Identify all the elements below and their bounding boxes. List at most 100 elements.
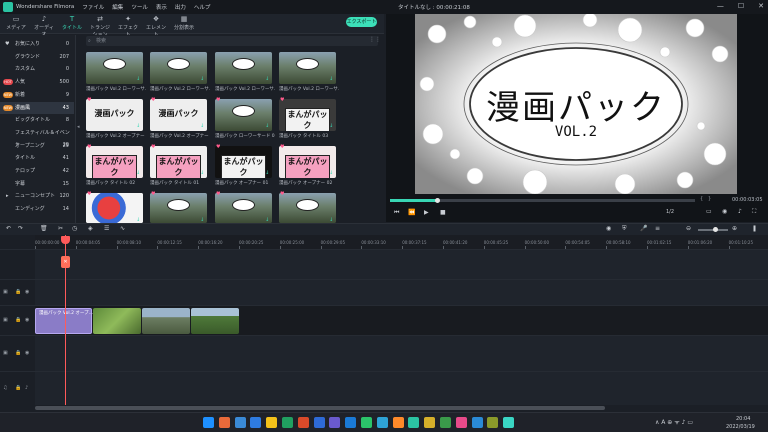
download-icon[interactable]: ↓: [200, 217, 204, 223]
stop-icon[interactable]: ■: [440, 209, 446, 216]
taskbar-app-icon[interactable]: [487, 417, 499, 428]
taskbar-app-icon[interactable]: [361, 417, 372, 428]
lock-icon[interactable]: 🔒: [15, 289, 21, 295]
keyframe-icon[interactable]: ◈: [88, 225, 93, 232]
sidebar-item[interactable]: NEW 漫画風 43: [0, 101, 74, 114]
menu-item[interactable]: ファイル: [82, 5, 104, 11]
taskbar-app-icon[interactable]: [471, 417, 483, 428]
tray-icons[interactable]: ∧ A ⊕ ᯤ ♪ ▭: [655, 418, 693, 426]
heart-icon[interactable]: ♥: [151, 144, 155, 150]
download-icon[interactable]: ↓: [265, 76, 269, 82]
taskbar-app-icon[interactable]: [424, 417, 436, 428]
heart-icon[interactable]: ♥: [216, 144, 220, 150]
title-thumbnail[interactable]: まんがパック: [279, 99, 336, 131]
taskbar-app-icon[interactable]: [218, 417, 230, 428]
menu-item[interactable]: 出力: [175, 5, 186, 11]
sidebar-item[interactable]: カスタム 0: [0, 63, 74, 75]
taskbar-app-icon[interactable]: [440, 417, 451, 428]
title-thumbnail[interactable]: [150, 52, 207, 84]
title-thumbnail[interactable]: 漫画パック: [150, 99, 207, 131]
download-icon[interactable]: ↓: [136, 123, 140, 129]
mixer-icon[interactable]: ≡: [655, 225, 660, 232]
zoom-slider-handle[interactable]: [713, 227, 718, 232]
render-preview-icon[interactable]: ◉: [606, 225, 611, 232]
title-thumbnail[interactable]: [86, 193, 143, 223]
expand-icon[interactable]: ▸: [6, 190, 9, 202]
heart-icon[interactable]: ♥: [280, 191, 284, 197]
sidebar-item[interactable]: テロップ 42: [0, 165, 74, 177]
timeline-scrollbar[interactable]: [35, 406, 605, 410]
close-icon[interactable]: ✕: [758, 2, 764, 10]
taskbar-app-icon[interactable]: [250, 417, 262, 428]
heart-icon[interactable]: ♥: [151, 97, 155, 103]
sidebar-item[interactable]: NEW 新着 9: [0, 89, 74, 101]
heart-icon[interactable]: ♥: [280, 144, 284, 150]
download-icon[interactable]: ↓: [200, 170, 204, 176]
collapse-sidebar-icon[interactable]: ◂: [77, 124, 80, 130]
undo-icon[interactable]: ↶: [6, 225, 11, 232]
download-icon[interactable]: ↓: [329, 123, 333, 129]
title-thumbnail[interactable]: [279, 193, 336, 223]
lock-icon[interactable]: 🔒: [15, 350, 21, 356]
play-icon[interactable]: ▶: [424, 209, 429, 216]
zoom-out-icon[interactable]: ⊖: [686, 225, 691, 232]
title-thumbnail[interactable]: [215, 99, 272, 131]
mic-icon[interactable]: 🎤: [640, 225, 647, 232]
download-icon[interactable]: ↓: [265, 217, 269, 223]
title-thumbnail[interactable]: 漫画パック: [86, 99, 143, 131]
sidebar-item[interactable]: フェスティバル＆イベント 29: [0, 127, 74, 148]
redo-icon[interactable]: ↷: [18, 225, 23, 232]
download-icon[interactable]: ↓: [136, 217, 140, 223]
heart-icon[interactable]: ♥: [87, 144, 91, 150]
taskbar-app-icon[interactable]: [345, 417, 357, 428]
grid-view-icon[interactable]: ⋮⋮: [369, 36, 381, 43]
timeline-ruler[interactable]: 00:00:00:00 00:00:04:05 00:00:08:10 00:00:1…: [35, 235, 768, 249]
fullscreen-icon[interactable]: ⛶: [752, 208, 756, 216]
menu-item[interactable]: 表示: [156, 5, 167, 11]
video-clip-2[interactable]: [142, 308, 190, 334]
progress-handle[interactable]: [435, 198, 440, 203]
taskbar-app-icon[interactable]: [297, 417, 309, 428]
download-icon[interactable]: ↓: [329, 170, 333, 176]
taskbar-app-icon[interactable]: [313, 417, 325, 428]
menu-item[interactable]: 編集: [112, 5, 123, 11]
menu-item[interactable]: ヘルプ: [194, 5, 211, 11]
taskbar-app-icon[interactable]: [234, 417, 246, 428]
title-thumbnail[interactable]: まんがパック: [86, 146, 143, 178]
title-thumbnail[interactable]: まんがパック: [215, 146, 272, 178]
sidebar-item[interactable]: 字幕 15: [0, 178, 74, 190]
title-thumbnail[interactable]: まんがパック: [150, 146, 207, 178]
speed-icon[interactable]: ◷: [72, 225, 77, 232]
download-icon[interactable]: ↓: [329, 76, 333, 82]
heart-icon[interactable]: ♥: [151, 191, 155, 197]
timeline-menu-icon[interactable]: ❚: [752, 225, 757, 232]
volume-icon[interactable]: ♪: [738, 208, 742, 215]
tab-title[interactable]: T タイトル: [60, 15, 84, 31]
title-thumbnail[interactable]: [150, 193, 207, 223]
sidebar-item[interactable]: HOT 人気 500: [0, 76, 74, 88]
playhead-marker[interactable]: ✕: [61, 256, 70, 268]
render-icon[interactable]: ▭: [706, 208, 712, 215]
sidebar-item[interactable]: オープニング 29: [0, 140, 74, 152]
eye-icon[interactable]: ◉: [25, 350, 29, 356]
taskbar-app-icon[interactable]: [282, 417, 293, 428]
taskbar-app-icon[interactable]: [376, 417, 388, 428]
download-icon[interactable]: ↓: [265, 170, 269, 176]
sidebar-item[interactable]: ▸ ニューコンセプト 120: [0, 190, 74, 202]
sidebar-item[interactable]: グラウンド 207: [0, 51, 74, 63]
sidebar-item[interactable]: ♥ お気に入り 0: [0, 38, 74, 50]
taskbar-app-icon[interactable]: [329, 417, 341, 428]
heart-icon[interactable]: ♥: [216, 97, 220, 103]
heart-icon[interactable]: ♥: [87, 191, 91, 197]
title-thumbnail[interactable]: [279, 52, 336, 84]
delete-icon[interactable]: 🗑: [40, 225, 48, 232]
download-icon[interactable]: ↓: [136, 170, 140, 176]
title-thumbnail[interactable]: [215, 52, 272, 84]
taskbar-app-icon[interactable]: [408, 417, 420, 428]
video-clip-1[interactable]: [93, 308, 141, 334]
lock-icon[interactable]: 🔒: [15, 317, 21, 323]
sidebar-item[interactable]: エンディング 14: [0, 203, 74, 215]
download-icon[interactable]: ↓: [329, 217, 333, 223]
download-icon[interactable]: ↓: [136, 76, 140, 82]
search-input[interactable]: ⌕ 検索: [86, 36, 378, 46]
